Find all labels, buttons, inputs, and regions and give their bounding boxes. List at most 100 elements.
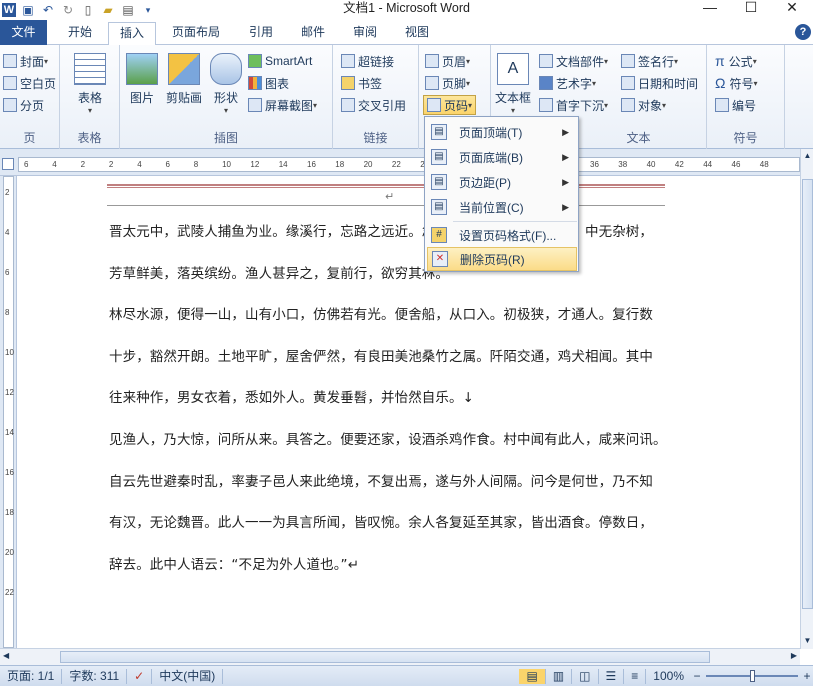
header-button[interactable]: 页眉 ▾ <box>425 51 470 71</box>
paragraph-line[interactable]: 辞去。此中人语云：“不足为外人道也。”↵ <box>109 553 359 573</box>
ruler-tick: 2 <box>80 160 86 169</box>
document-canvas[interactable]: ↵ 晋太元中，武陵人捕鱼为业。缘溪行，忘路之远近。忽逢桃花林，夹岸数百步，中无杂… <box>17 176 800 648</box>
textbox-button[interactable]: A 文本框 ▾ <box>493 53 533 115</box>
tab-page-layout[interactable]: 页面布局 <box>160 22 232 45</box>
ruler-tick: 48 <box>759 160 769 169</box>
page-break-button[interactable]: 分页 <box>3 95 44 115</box>
ruler-tick: 14 <box>278 160 288 169</box>
paragraph-line[interactable]: 见渔人，乃大惊，问所从来。具答之。便要还家，设酒杀鸡作食。村中闻有此人，咸来问讯… <box>109 428 667 448</box>
vertical-ruler[interactable]: 2 4 6 8 10 12 14 16 18 20 22 <box>0 176 17 648</box>
chart-button[interactable]: 图表 <box>248 73 289 93</box>
vertical-ruler-tick: 4 <box>5 228 10 237</box>
clipart-button[interactable]: 剪贴画 <box>162 53 206 106</box>
menu-item-current-position[interactable]: ▤ 当前位置(C) ▶ <box>427 195 577 219</box>
tab-home[interactable]: 开始 <box>56 22 104 45</box>
table-button[interactable]: 表格 ▾ <box>72 53 108 115</box>
print-layout-view-icon[interactable]: ▤ <box>519 668 546 684</box>
paragraph-line[interactable]: 芳草鲜美，落英缤纷。渔人甚异之，复前行，欲穷其林。 <box>109 262 449 282</box>
zoom-out-button[interactable]: − <box>691 669 703 683</box>
equation-button[interactable]: π 公式 ▾ <box>715 51 757 71</box>
page-number-icon <box>427 98 441 112</box>
horizontal-ruler[interactable]: 6422468101214161820222426283032343638404… <box>0 149 800 176</box>
full-screen-view-icon[interactable]: ▥ <box>546 668 573 684</box>
group-links: 超链接 书签 交叉引用 链接 <box>333 45 419 149</box>
shapes-button[interactable]: 形状 ▾ <box>208 53 244 115</box>
help-icon[interactable]: ? <box>795 24 811 40</box>
dropcap-button[interactable]: 首字下沉 ▾ <box>539 95 608 115</box>
scroll-right-icon[interactable]: ▶ <box>791 651 797 660</box>
paragraph-line[interactable]: 有汉，无论魏晋。此人一一为具言所闻，皆叹惋。余人各复延至其家，皆出酒食。停数日， <box>109 511 653 531</box>
close-button[interactable]: ✕ <box>772 0 812 16</box>
menu-item-page-margins[interactable]: ▤ 页边距(P) ▶ <box>427 170 577 194</box>
page-count[interactable]: 页面: 1/1 <box>0 668 63 684</box>
vertical-ruler-tick: 2 <box>5 188 10 197</box>
web-layout-view-icon[interactable]: ◫ <box>572 668 599 684</box>
menu-item-format-page-numbers[interactable]: # 设置页码格式(F)... <box>427 223 577 247</box>
hyperlink-button[interactable]: 超链接 <box>341 51 394 71</box>
menu-item-remove-page-numbers[interactable]: ✕ 删除页码(R) <box>427 247 577 271</box>
word-count[interactable]: 字数: 311 <box>62 668 128 684</box>
tab-insert[interactable]: 插入 <box>108 22 156 46</box>
cover-page-button[interactable]: 封面 ▾ <box>3 51 48 71</box>
vertical-ruler-tick: 6 <box>5 268 10 277</box>
scroll-down-icon[interactable]: ▼ <box>802 636 813 647</box>
chart-icon <box>248 76 262 90</box>
ruler-tick: 36 <box>590 160 599 169</box>
menu-item-top-of-page[interactable]: ▤ 页面顶端(T) ▶ <box>427 120 577 144</box>
format-page-number-icon: # <box>431 227 447 243</box>
screenshot-button[interactable]: 屏幕截图 ▾ <box>248 95 317 115</box>
minimize-button[interactable]: — <box>690 0 730 16</box>
tab-selector-icon[interactable] <box>2 158 14 170</box>
wordart-icon <box>539 76 553 90</box>
tab-references[interactable]: 引用 <box>238 22 284 45</box>
symbol-button[interactable]: Ω 符号 ▾ <box>715 73 758 93</box>
number-icon <box>715 98 729 112</box>
cover-page-icon <box>3 54 17 68</box>
vertical-scroll-thumb[interactable] <box>802 179 813 609</box>
wordart-button[interactable]: 艺术字 ▾ <box>539 73 596 93</box>
scroll-left-icon[interactable]: ◀ <box>3 651 9 660</box>
zoom-in-button[interactable]: + <box>801 669 813 683</box>
vertical-ruler-bar[interactable] <box>3 176 14 648</box>
date-time-button[interactable]: 日期和时间 <box>621 73 698 93</box>
ruler-tick: 4 <box>52 160 57 169</box>
draft-view-icon[interactable]: ≡ <box>624 668 647 684</box>
horizontal-scroll-thumb[interactable] <box>60 651 710 663</box>
page-number-button[interactable]: 页码 ▾ <box>423 95 477 115</box>
zoom-level[interactable]: 100% <box>646 669 691 684</box>
signature-line-button[interactable]: 签名行 ▾ <box>621 51 678 71</box>
proofing-icon[interactable]: ✓ <box>127 668 153 684</box>
current-position-icon: ▤ <box>431 199 447 215</box>
smartart-button[interactable]: SmartArt <box>248 51 312 71</box>
zoom-slider-thumb[interactable] <box>750 670 755 682</box>
paragraph-line[interactable]: 十步，豁然开朗。土地平旷，屋舍俨然，有良田美池桑竹之属。阡陌交通，鸡犬相闻。其中 <box>109 345 653 365</box>
language[interactable]: 中文(中国) <box>152 668 224 684</box>
paragraph-line[interactable]: 林尽水源，便得一山，山有小口，仿佛若有光。便舍船，从口入。初极狭，才通人。复行数 <box>109 303 653 323</box>
maximize-button[interactable]: ☐ <box>731 0 771 16</box>
tab-view[interactable]: 视图 <box>394 22 440 45</box>
number-button[interactable]: 编号 <box>715 95 756 115</box>
vertical-scrollbar[interactable]: ▲ ▼ <box>800 149 813 649</box>
object-button[interactable]: 对象 ▾ <box>621 95 666 115</box>
pi-icon: π <box>715 53 725 69</box>
quick-parts-button[interactable]: 文档部件 ▾ <box>539 51 608 71</box>
tab-mailings[interactable]: 邮件 <box>290 22 336 45</box>
tab-review[interactable]: 审阅 <box>342 22 388 45</box>
blank-page-button[interactable]: 空白页 <box>3 73 56 93</box>
zoom-slider[interactable] <box>706 670 798 682</box>
footer-button[interactable]: 页脚 ▾ <box>425 73 470 93</box>
bookmark-button[interactable]: 书签 <box>341 73 382 93</box>
outline-view-icon[interactable]: ☰ <box>599 668 625 684</box>
cross-reference-icon <box>341 98 355 112</box>
page-top-icon: ▤ <box>431 124 447 140</box>
tab-file[interactable]: 文件 <box>0 20 47 45</box>
ruler-tick: 46 <box>731 160 741 169</box>
cross-reference-button[interactable]: 交叉引用 <box>341 95 406 115</box>
menu-item-bottom-of-page[interactable]: ▤ 页面底端(B) ▶ <box>427 145 577 169</box>
picture-button[interactable]: 图片 <box>124 53 160 106</box>
horizontal-scrollbar[interactable]: ◀ ▶ <box>0 648 800 665</box>
scroll-up-icon[interactable]: ▲ <box>802 151 813 162</box>
ruler-tick: 44 <box>703 160 713 169</box>
paragraph-line[interactable]: 往来种作，男女衣着，悉如外人。黄发垂髫，并怡然自乐。↓ <box>109 386 474 406</box>
paragraph-line[interactable]: 自云先世避秦时乱，率妻子邑人来此绝境，不复出焉，遂与外人间隔。问今是何世，乃不知 <box>109 470 653 490</box>
